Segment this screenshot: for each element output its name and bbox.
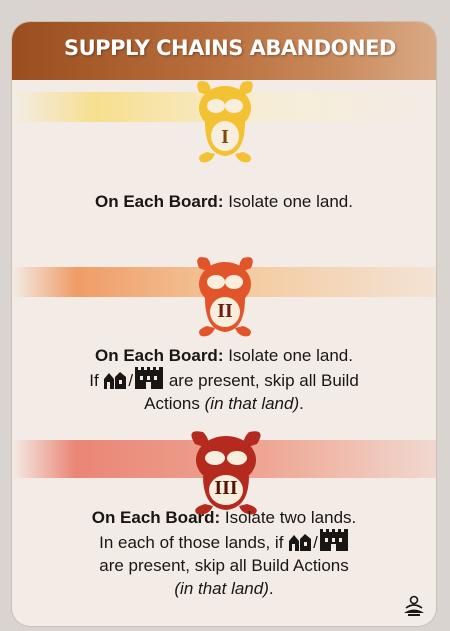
stage-2-in-that-land: (in that land): [204, 394, 300, 413]
stage-2-period: .: [299, 394, 304, 413]
stage-3-in-that-land: (in that land): [174, 579, 269, 598]
stage-3-line-2: In each of those lands, if /: [12, 529, 436, 554]
town-icon: [104, 372, 127, 389]
stage-3-slash: /: [313, 533, 318, 552]
stage-2-numeral: II: [217, 300, 233, 322]
stage-3-period: .: [268, 579, 274, 598]
stage-2-present: are present, skip all Build: [164, 371, 359, 390]
card-title: SUPPLY CHAINS ABANDONED: [64, 36, 396, 60]
stage-3-text: On Each Board: Isolate two lands. In eac…: [12, 506, 436, 600]
stage-2-actions: Actions: [144, 394, 205, 413]
stage-3-numeral: III: [214, 477, 238, 499]
stage-2-line-3: Actions (in that land).: [12, 392, 436, 415]
stage-3-line-3: are present, skip all Build Actions: [99, 556, 349, 575]
stage-2-line-2: If / are present, skip all Build: [12, 367, 436, 392]
stage-2-label: On Each Board:: [95, 346, 224, 365]
stage-2-text: On Each Board: Isolate one land. If / ar…: [12, 344, 436, 415]
city-icon: [135, 367, 164, 389]
stage-1-text: On Each Board: Isolate one land.: [12, 190, 436, 213]
stage-2-slash: /: [128, 371, 134, 390]
stage-2-effect: Isolate one land.: [223, 346, 353, 365]
stage-3-line-1: On Each Board: Isolate two lands.: [12, 506, 436, 529]
stage-3-skull-icon: [191, 431, 261, 515]
expansion-lotus-icon: [404, 595, 424, 616]
stage-1-numeral: I: [221, 126, 229, 148]
city-icon: [319, 529, 348, 551]
stage-1-skull-icon: [197, 81, 253, 163]
stage-3-label: On Each Board:: [91, 508, 221, 527]
stage-1-effect: Isolate one land.: [223, 192, 353, 211]
stage-2-skull-icon: [197, 257, 253, 337]
stage-3-each: In each of those lands, if: [99, 533, 289, 552]
stage-3-line-4: (in that land).: [12, 577, 436, 600]
town-icon: [289, 534, 312, 551]
event-card: SUPPLY CHAINS ABANDONED I II III On Each…: [12, 22, 436, 626]
stage-2-if: If: [89, 371, 104, 390]
stage-2-line-1: On Each Board: Isolate one land.: [12, 344, 436, 367]
stage-3-effect: Isolate two lands.: [220, 508, 357, 527]
stage-1-label: On Each Board:: [95, 192, 224, 211]
